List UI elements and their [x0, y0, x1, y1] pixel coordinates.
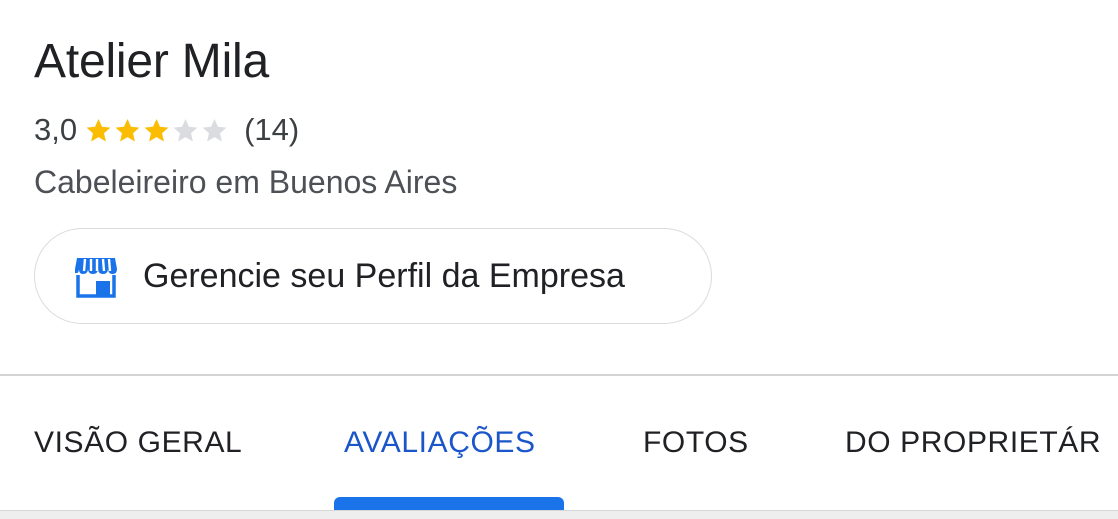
manage-profile-button[interactable]: Gerencie seu Perfil da Empresa — [34, 228, 712, 324]
business-name: Atelier Mila — [34, 35, 269, 88]
business-panel: Atelier Mila 3,0 (14) Cabeleireiro em Bu… — [0, 0, 1118, 519]
star-icon — [86, 118, 111, 142]
manage-profile-label: Gerencie seu Perfil da Empresa — [143, 256, 625, 295]
star-icon — [202, 118, 227, 142]
content-area-edge — [0, 510, 1118, 519]
star-icon — [173, 118, 198, 142]
tab-from-owner[interactable]: DO PROPRIETÁR — [845, 426, 1101, 460]
star-icon — [144, 118, 169, 142]
business-category: Cabeleireiro em Buenos Aires — [34, 164, 458, 200]
review-count[interactable]: (14) — [244, 112, 299, 148]
rating-row[interactable]: 3,0 (14) — [34, 108, 299, 152]
tab-reviews[interactable]: AVALIAÇÕES — [344, 426, 536, 460]
star-rating — [85, 117, 230, 144]
storefront-icon — [75, 258, 117, 298]
tab-photos[interactable]: FOTOS — [643, 426, 749, 460]
star-icon — [115, 118, 140, 142]
rating-value: 3,0 — [34, 112, 78, 147]
tab-bar: VISÃO GERAL AVALIAÇÕES FOTOS DO PROPRIET… — [0, 376, 1118, 511]
active-tab-indicator — [334, 497, 564, 511]
tab-overview[interactable]: VISÃO GERAL — [34, 426, 242, 460]
